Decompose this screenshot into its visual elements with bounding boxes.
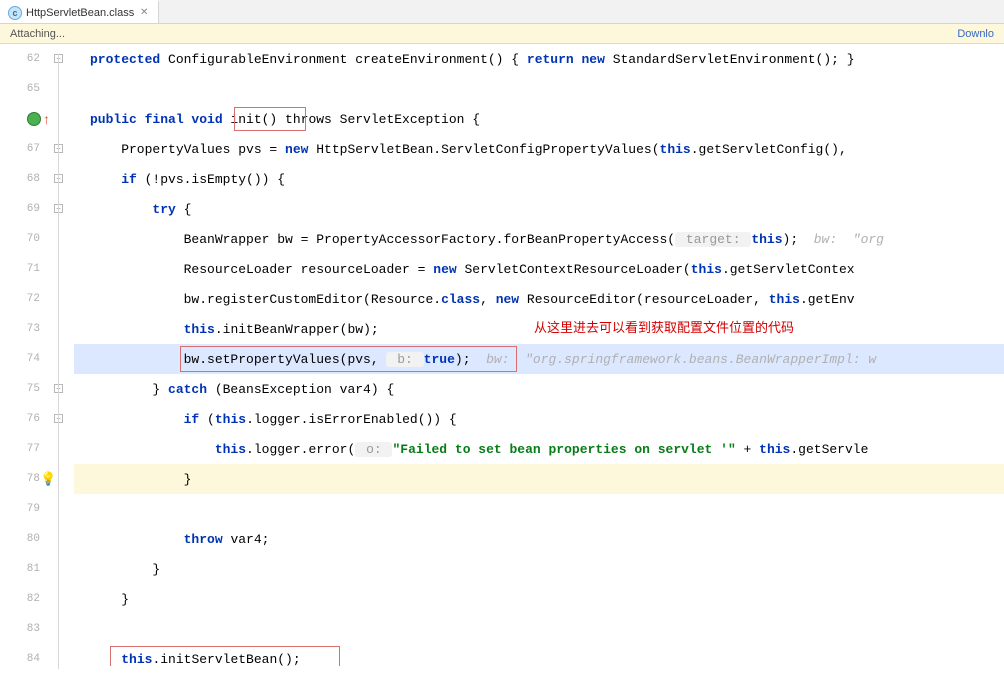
line-number: 62	[0, 44, 40, 74]
code-line: }	[74, 554, 1004, 584]
class-icon: c	[8, 6, 22, 20]
code-line: if (!pvs.isEmpty()) {	[74, 164, 1004, 194]
code-line: PropertyValues pvs = new HttpServletBean…	[74, 134, 1004, 164]
line-number: 82	[0, 584, 40, 614]
code-line: bw.setPropertyValues(pvs, b: true); bw: …	[74, 344, 1004, 374]
code-line: public final void init() throws ServletE…	[74, 104, 1004, 134]
code-line: }	[74, 584, 1004, 614]
code-line: try {	[74, 194, 1004, 224]
line-number: 80	[0, 524, 40, 554]
line-number: 70	[0, 224, 40, 254]
line-number: 83	[0, 614, 40, 644]
fold-gutter: − ↑ − − − − − 💡	[50, 44, 74, 666]
annotation-text: 从这里进去可以看到获取配置文件位置的代码	[534, 317, 794, 336]
code-line	[74, 74, 1004, 104]
code-line: protected ConfigurableEnvironment create…	[74, 44, 1004, 74]
code-line: this.initServletBean();	[74, 644, 1004, 666]
close-icon[interactable]: ✕	[138, 7, 150, 19]
line-number: 68	[0, 164, 40, 194]
code-line: } catch (BeansException var4) {	[74, 374, 1004, 404]
line-number: 74	[0, 344, 40, 374]
line-number: 75	[0, 374, 40, 404]
line-number: 72	[0, 284, 40, 314]
arrow-up-icon: ↑	[43, 111, 50, 127]
line-number: 79	[0, 494, 40, 524]
code-line: if (this.logger.isErrorEnabled()) {	[74, 404, 1004, 434]
code-line: throw var4;	[74, 524, 1004, 554]
line-number: 81	[0, 554, 40, 584]
line-number: 76	[0, 404, 40, 434]
code-line: BeanWrapper bw = PropertyAccessorFactory…	[74, 224, 1004, 254]
attaching-status-bar: Attaching... Downlo	[0, 24, 1004, 44]
status-attaching: Attaching...	[10, 28, 65, 40]
tab-filename: HttpServletBean.class	[26, 7, 134, 19]
code-editor: 62 65 66 67 68 69 70 71 72 73 74 75 76 7…	[0, 44, 1004, 666]
download-link[interactable]: Downlo	[957, 28, 994, 40]
code-line: this.logger.error( o: "Failed to set bea…	[74, 434, 1004, 464]
editor-tab-bar: c HttpServletBean.class ✕	[0, 0, 1004, 24]
line-number: 77	[0, 434, 40, 464]
line-number: 65	[0, 74, 40, 104]
code-line: bw.registerCustomEditor(Resource.class, …	[74, 284, 1004, 314]
code-line: ResourceLoader resourceLoader = new Serv…	[74, 254, 1004, 284]
line-number: 78	[0, 464, 40, 494]
line-number: 69	[0, 194, 40, 224]
line-number: 67	[0, 134, 40, 164]
line-number: 73	[0, 314, 40, 344]
override-method-icon[interactable]	[27, 112, 41, 126]
line-number-gutter: 62 65 66 67 68 69 70 71 72 73 74 75 76 7…	[0, 44, 50, 666]
code-line: }	[74, 464, 1004, 494]
line-number: 71	[0, 254, 40, 284]
code-line	[74, 614, 1004, 644]
code-area[interactable]: protected ConfigurableEnvironment create…	[74, 44, 1004, 666]
line-number: 84	[0, 644, 40, 674]
code-line	[74, 494, 1004, 524]
lightbulb-icon[interactable]: 💡	[40, 471, 56, 487]
tab-httpservletbean[interactable]: c HttpServletBean.class ✕	[0, 0, 159, 23]
